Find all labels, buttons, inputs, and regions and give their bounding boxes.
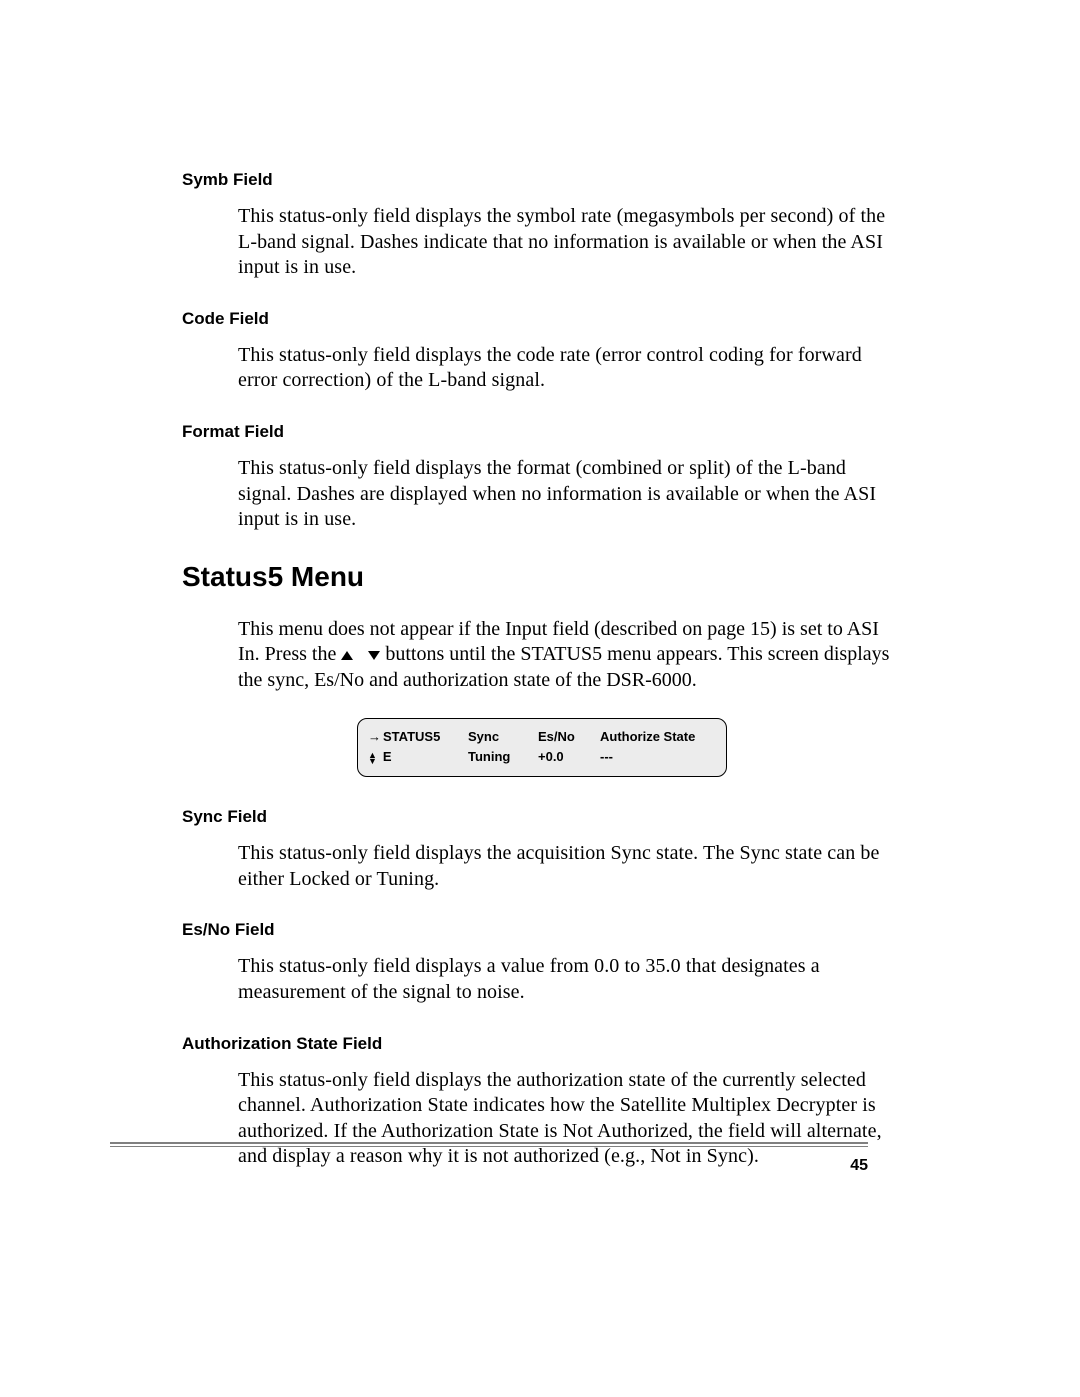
lcd-display-wrap: → STATUS5 Sync Es/No Authorize State ▲▼ … xyxy=(182,718,902,778)
lcd-r1c2: Sync xyxy=(468,727,538,748)
lcd-r1c3: Es/No xyxy=(538,727,600,748)
lcd-r2c4: --- xyxy=(600,747,712,768)
symb-field-heading: Symb Field xyxy=(182,170,902,190)
symb-field-body: This status-only field displays the symb… xyxy=(238,204,902,281)
auth-state-field-heading: Authorization State Field xyxy=(182,1034,902,1054)
lcd-display: → STATUS5 Sync Es/No Authorize State ▲▼ … xyxy=(357,718,727,778)
code-field-heading: Code Field xyxy=(182,309,902,329)
lcd-r2c1: E xyxy=(383,747,392,768)
esno-field-body: This status-only field displays a value … xyxy=(238,954,902,1005)
format-field-heading: Format Field xyxy=(182,422,902,442)
page-content: Symb Field This status-only field displa… xyxy=(182,170,902,1198)
right-arrow-icon: → xyxy=(368,727,381,748)
lcd-r2c2: Tuning xyxy=(468,747,538,768)
auth-state-field-body: This status-only field displays the auth… xyxy=(238,1068,902,1170)
status5-menu-heading: Status5 Menu xyxy=(182,561,902,593)
format-field-body: This status-only field displays the form… xyxy=(238,456,902,533)
up-arrow-icon xyxy=(341,651,353,660)
footer-divider xyxy=(110,1142,868,1147)
lcd-row-2: ▲▼ E Tuning +0.0 --- xyxy=(368,747,712,768)
code-field-body: This status-only field displays the code… xyxy=(238,343,902,394)
sync-field-body: This status-only field displays the acqu… xyxy=(238,841,902,892)
updown-arrow-icon: ▲▼ xyxy=(368,752,377,764)
lcd-r1c1: STATUS5 xyxy=(383,727,440,748)
page-number: 45 xyxy=(850,1157,868,1175)
lcd-row-1: → STATUS5 Sync Es/No Authorize State xyxy=(368,727,712,748)
lcd-r1c4: Authorize State xyxy=(600,727,712,748)
sync-field-heading: Sync Field xyxy=(182,807,902,827)
status5-menu-intro: This menu does not appear if the Input f… xyxy=(238,617,902,694)
lcd-r2c3: +0.0 xyxy=(538,747,600,768)
down-arrow-icon xyxy=(368,651,380,660)
esno-field-heading: Es/No Field xyxy=(182,920,902,940)
